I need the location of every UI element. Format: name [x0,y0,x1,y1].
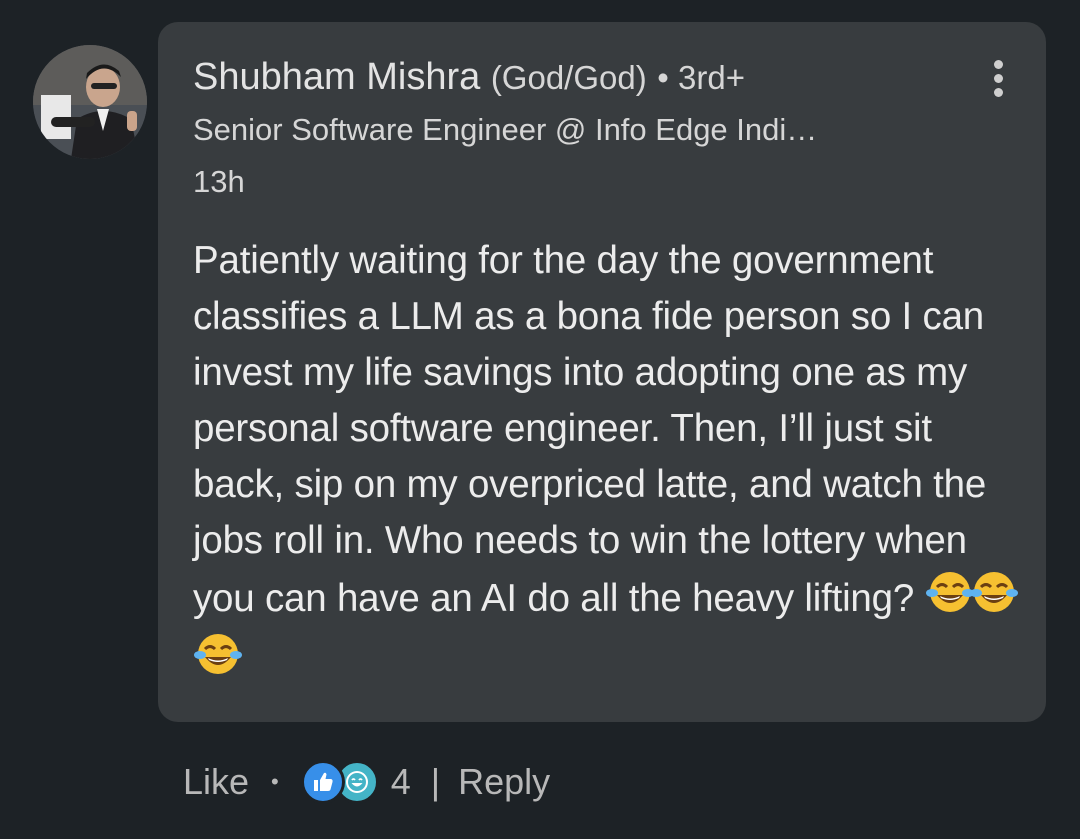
comment-text: Patiently waiting for the day the govern… [193,239,987,620]
author-pronouns: (God/God) [490,59,647,96]
like-reaction-icon [300,760,345,804]
reactions-summary[interactable] [300,760,379,804]
comment-body: Patiently waiting for the day the govern… [193,233,1033,693]
face-with-tears-of-joy-icon [969,569,1019,631]
face-with-tears-of-joy-icon [925,569,975,631]
like-button[interactable]: Like [183,761,249,803]
comment-timestamp: 13h [193,164,245,199]
comment-bubble: Shubham Mishra (God/God) • 3rd+ Senior S… [158,22,1046,722]
avatar-photo [33,45,147,159]
comment-actions: Like • 4 | Reply [183,757,550,807]
connection-degree: • 3rd+ [657,59,745,96]
author-name[interactable]: Shubham Mishra [193,56,480,98]
author-headline: Senior Software Engineer @ Info Edge Ind… [193,112,818,147]
action-separator: | [430,761,441,802]
reaction-count[interactable]: 4 [391,761,411,803]
author-avatar[interactable] [33,45,147,159]
face-with-tears-of-joy-icon [193,631,243,693]
more-options-icon[interactable] [990,60,1006,98]
separator-dot: • [271,769,279,794]
reply-button[interactable]: Reply [458,761,550,803]
author-line: Shubham Mishra (God/God) • 3rd+ [193,54,745,101]
